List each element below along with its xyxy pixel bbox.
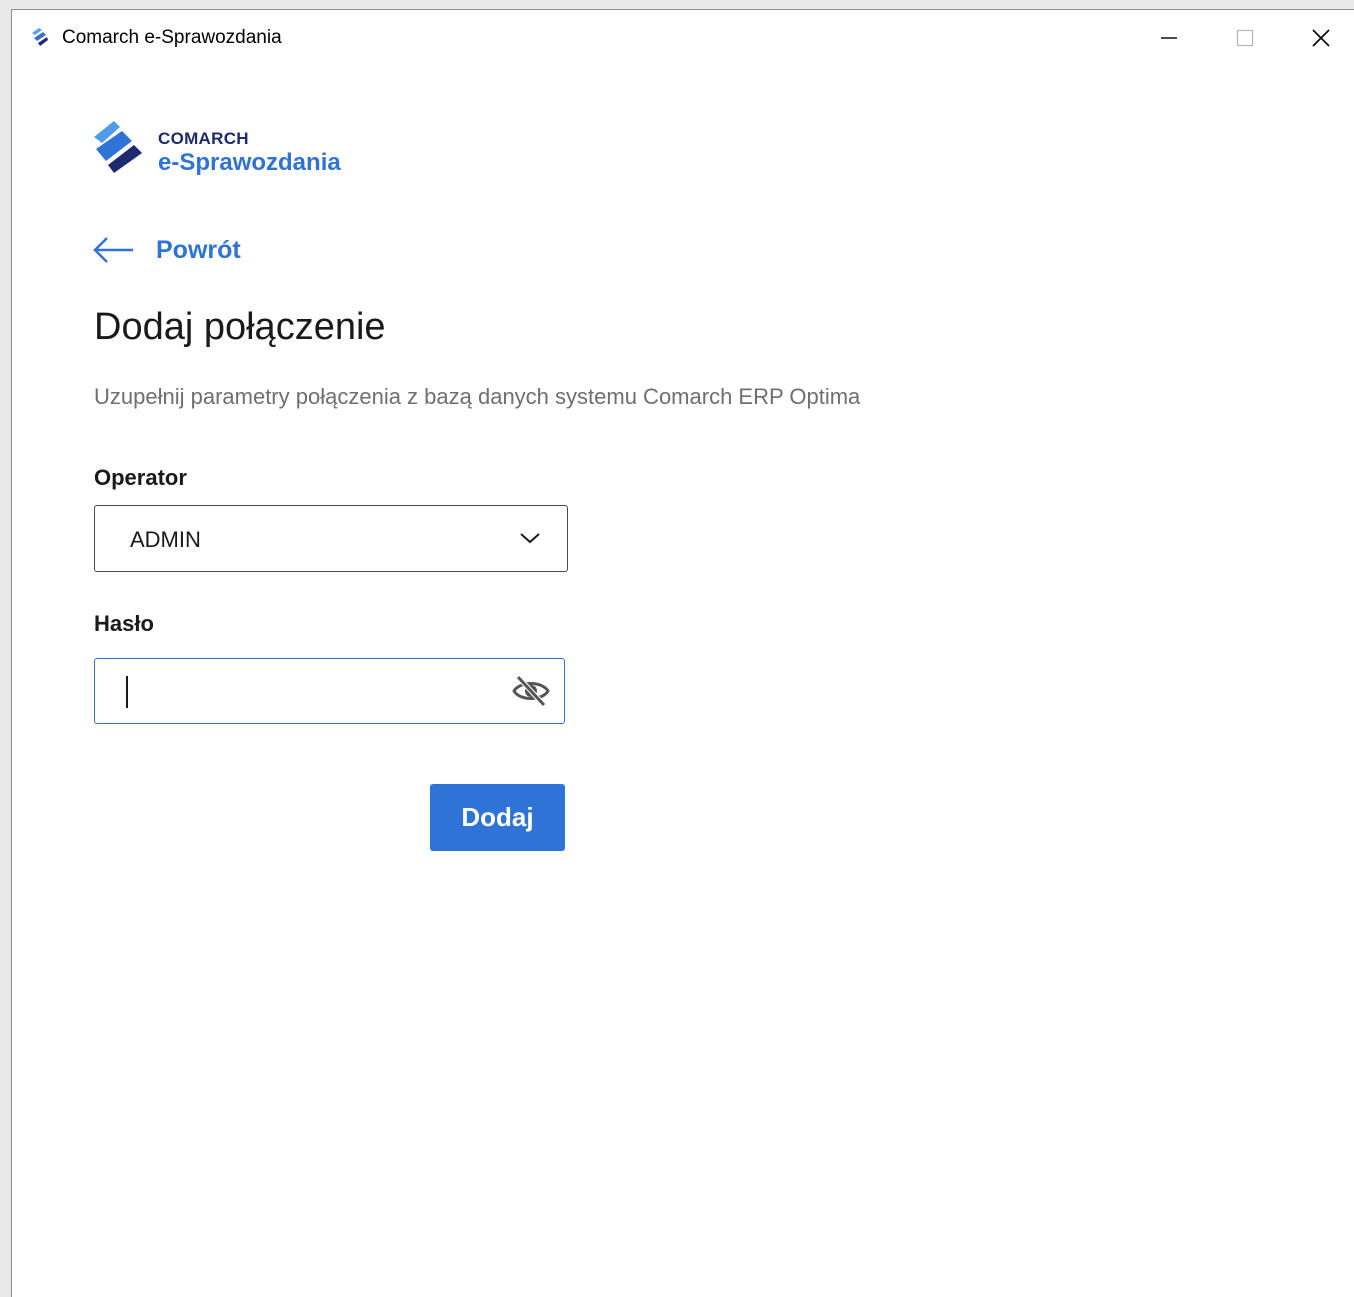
add-button[interactable]: Dodaj [430, 784, 565, 851]
window-title: Comarch e-Sprawozdania [62, 27, 282, 48]
operator-value: ADMIN [130, 527, 201, 552]
password-field[interactable] [94, 658, 565, 724]
password-label: Hasło [94, 611, 154, 636]
eye-off-icon[interactable] [512, 674, 550, 708]
comarch-logo-icon [32, 28, 48, 46]
maximize-icon [1236, 29, 1254, 47]
page-subtitle: Uzupełnij parametry połączenia z bazą da… [94, 384, 861, 409]
close-icon [1312, 29, 1330, 47]
close-button[interactable] [1286, 10, 1354, 66]
product-logo: COMARCH e-Sprawozdania [92, 117, 352, 183]
minimize-button[interactable] [1134, 10, 1204, 66]
operator-select[interactable]: ADMIN [94, 505, 568, 572]
logo-product: e-Sprawozdania [158, 149, 341, 176]
app-window: Comarch e-Sprawozdania COMARCH e-Sprawoz… [11, 9, 1354, 1297]
arrow-left-icon [93, 237, 133, 263]
title-bar: Comarch e-Sprawozdania [12, 10, 1354, 66]
back-label: Powrót [156, 235, 241, 264]
back-link[interactable]: Powrót [92, 230, 241, 270]
logo-brand: COMARCH [158, 129, 249, 148]
chevron-down-icon [520, 533, 540, 544]
page-title: Dodaj połączenie [94, 306, 386, 348]
maximize-button[interactable] [1210, 10, 1280, 66]
minimize-icon [1161, 37, 1177, 39]
comarch-logo-icon [94, 121, 142, 173]
operator-label: Operator [94, 465, 187, 490]
text-caret [126, 676, 128, 708]
password-input[interactable] [119, 673, 503, 711]
